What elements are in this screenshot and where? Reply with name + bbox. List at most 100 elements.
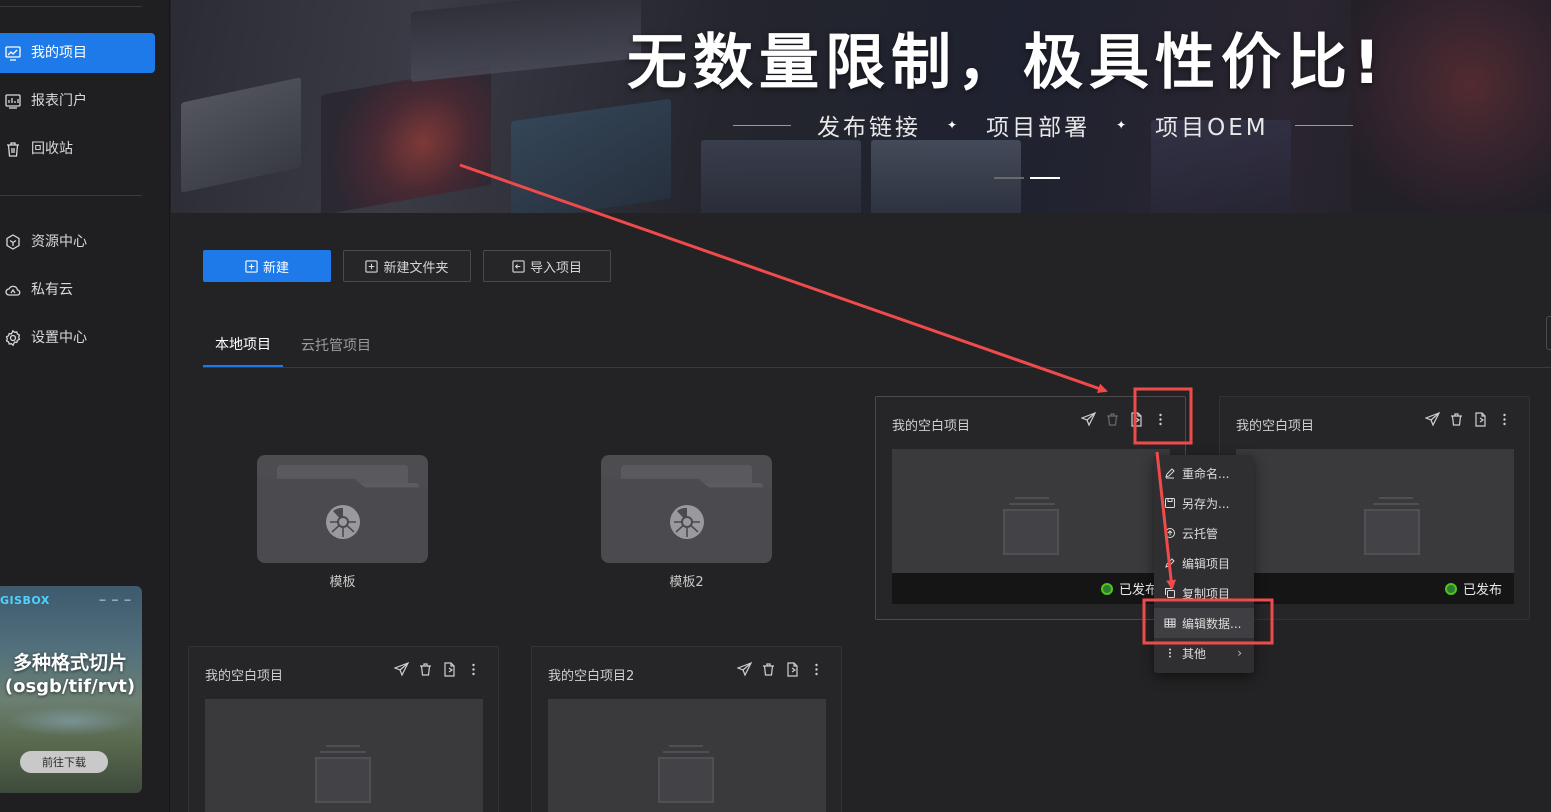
new-button-label: 新建	[262, 260, 289, 276]
publish-icon[interactable]	[1080, 411, 1096, 427]
import-project-label: 导入项目	[529, 260, 582, 276]
ad-headline: 多种格式切片	[12, 652, 127, 674]
new-folder-label: 新建文件夹	[383, 260, 449, 276]
project-thumbnail[interactable]	[892, 449, 1170, 573]
export-icon[interactable]	[784, 661, 800, 677]
sidebar-item-recycle-bin[interactable]: 回收站	[0, 129, 155, 169]
publish-icon[interactable]	[393, 661, 409, 677]
export-icon[interactable]	[1472, 411, 1488, 427]
chart-monitor-icon	[5, 46, 21, 61]
banner-feature: 项目OEM	[1155, 115, 1269, 141]
project-context-menu: 重命名... 另存为... 云托管 编辑项目 复制项目 编辑数据... 其他 ›	[1154, 455, 1254, 673]
more-vertical-icon[interactable]	[808, 661, 824, 677]
menu-item-save-as[interactable]: 另存为...	[1154, 488, 1254, 518]
menu-item-edit-data[interactable]: 编辑数据...	[1154, 608, 1254, 638]
export-icon[interactable]	[1128, 411, 1144, 427]
project-status-bar: 已发布	[892, 573, 1170, 604]
cloud-icon	[5, 285, 21, 296]
project-tabs: 本地项目 云托管项目	[203, 323, 1551, 368]
banner-screen-image	[511, 98, 671, 213]
menu-item-other[interactable]: 其他 ›	[1154, 638, 1254, 668]
menu-item-cloud-host[interactable]: 云托管	[1154, 518, 1254, 548]
trash-icon[interactable]	[1448, 411, 1464, 427]
project-card[interactable]: 我的空白项目	[188, 646, 499, 812]
folder-template-2[interactable]	[601, 455, 772, 563]
copy-icon	[1165, 588, 1175, 598]
table-icon	[1164, 618, 1176, 628]
sidebar-item-label: 报表门户	[31, 93, 87, 109]
more-vertical-icon[interactable]	[1496, 411, 1512, 427]
menu-item-label: 重命名...	[1182, 466, 1230, 481]
card-actions	[393, 661, 481, 677]
sidebar-item-private-cloud[interactable]: 私有云	[0, 270, 155, 310]
new-button[interactable]: 新建	[203, 250, 331, 282]
project-title: 我的空白项目2	[548, 669, 635, 684]
sparkle-icon: ✦	[947, 118, 961, 132]
sidebar-divider-top	[0, 6, 142, 7]
folder-template[interactable]	[257, 455, 428, 563]
plus-square-icon	[245, 259, 258, 273]
sidebar-item-label: 资源中心	[31, 234, 87, 250]
card-actions	[1080, 411, 1168, 427]
report-icon	[5, 94, 21, 109]
sidebar-item-my-projects[interactable]: 我的项目	[0, 33, 155, 73]
status-badge: 已发布	[1118, 583, 1158, 598]
menu-item-edit-project[interactable]: 编辑项目	[1154, 548, 1254, 578]
project-card[interactable]: 我的空白项目2	[531, 646, 842, 812]
trash-icon[interactable]	[1104, 411, 1120, 427]
image-placeholder-icon	[1003, 509, 1059, 555]
banner-features: 发布链接 ✦ 项目部署 ✦ 项目OEM	[707, 108, 1379, 142]
card-actions	[736, 661, 824, 677]
more-vertical-icon[interactable]	[465, 661, 481, 677]
ad-download-button[interactable]: 前往下载	[20, 751, 108, 773]
image-placeholder-icon	[315, 757, 371, 803]
export-icon[interactable]	[441, 661, 457, 677]
ad-formats: (osgb/tif/rvt)	[4, 676, 136, 697]
sidebar-item-report-portal[interactable]: 报表门户	[0, 81, 155, 121]
import-project-button[interactable]: 导入项目	[483, 250, 611, 282]
menu-item-label: 其他	[1182, 646, 1207, 661]
menu-item-rename[interactable]: 重命名...	[1154, 458, 1254, 488]
tab-local-projects[interactable]: 本地项目	[203, 323, 283, 367]
app-logo-icon	[670, 505, 704, 539]
promo-banner[interactable]: 无数量限制，极具性价比! 发布链接 ✦ 项目部署 ✦ 项目OEM	[171, 0, 1551, 213]
tab-cloud-projects[interactable]: 云托管项目	[301, 323, 371, 367]
banner-screen-image	[181, 77, 301, 193]
project-card[interactable]: 我的空白项目 已发布	[1219, 396, 1530, 620]
trash-icon[interactable]	[760, 661, 776, 677]
sidebar-item-settings[interactable]: 设置中心	[0, 318, 155, 358]
carousel-dot-active[interactable]	[1030, 177, 1060, 179]
project-thumbnail[interactable]	[1236, 449, 1514, 573]
more-vertical-icon[interactable]	[1152, 411, 1168, 427]
banner-screen-image	[321, 65, 491, 213]
image-placeholder-icon	[1364, 509, 1420, 555]
carousel-dot[interactable]	[994, 177, 1024, 179]
menu-item-label: 云托管	[1182, 526, 1219, 541]
save-icon	[1165, 498, 1175, 508]
new-folder-button[interactable]: 新建文件夹	[343, 250, 471, 282]
menu-item-label: 编辑项目	[1182, 556, 1231, 571]
gisbox-ad-banner[interactable]: GISBOX ‒ ‒ ‒ 多种格式切片 (osgb/tif/rvt) 前往下载	[0, 586, 142, 793]
banner-line	[733, 124, 791, 126]
trash-icon[interactable]	[417, 661, 433, 677]
menu-item-copy-project[interactable]: 复制项目	[1154, 578, 1254, 608]
folder-name: 模板2	[669, 575, 704, 590]
collapse-handle[interactable]	[1546, 316, 1551, 350]
project-thumbnail[interactable]	[548, 699, 826, 812]
project-card[interactable]: 我的空白项目 已发布	[875, 396, 1186, 620]
sidebar-item-resource-center[interactable]: 资源中心	[0, 222, 155, 262]
publish-icon[interactable]	[736, 661, 752, 677]
project-title: 我的空白项目	[1236, 419, 1315, 434]
banner-line	[1294, 124, 1353, 126]
status-dot	[1444, 582, 1457, 595]
cube-icon	[6, 234, 20, 250]
status-dot	[1100, 582, 1113, 595]
cloud-upload-icon	[1165, 528, 1175, 538]
card-actions	[1424, 411, 1512, 427]
banner-screen-image	[411, 0, 641, 83]
more-vertical-icon	[1169, 648, 1171, 658]
publish-icon[interactable]	[1424, 411, 1440, 427]
sidebar-item-label: 回收站	[31, 141, 73, 157]
project-thumbnail[interactable]	[205, 699, 483, 812]
sidebar-item-label: 设置中心	[31, 330, 87, 346]
